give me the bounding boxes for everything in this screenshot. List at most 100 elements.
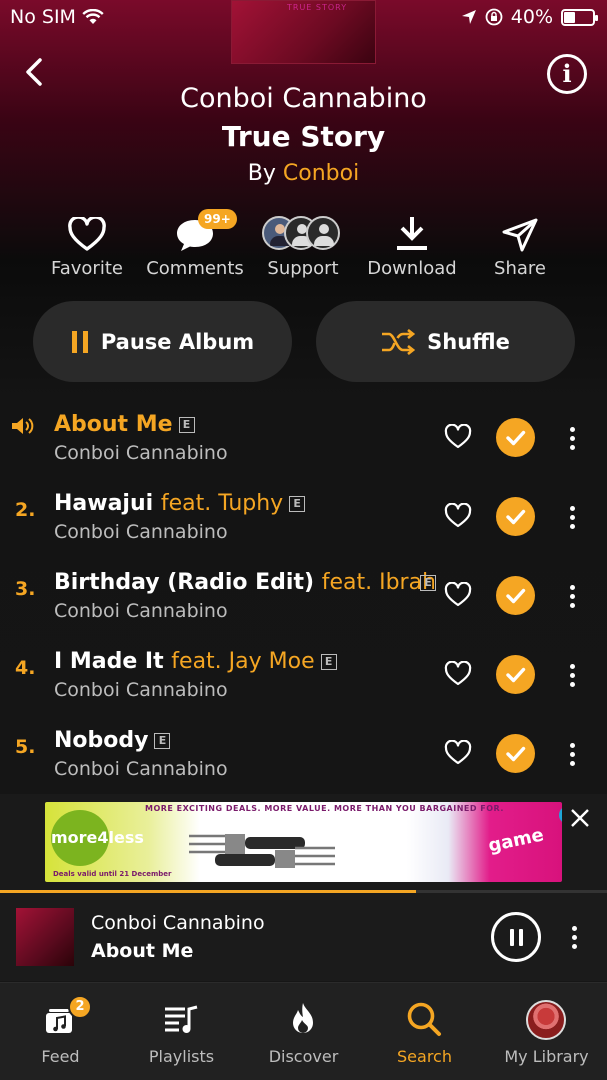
battery-level — [564, 11, 575, 23]
mini-player-title: About Me — [91, 940, 194, 962]
track-row[interactable]: 4. I Made It feat. Jay Moe E Conboi Canna… — [0, 635, 607, 714]
track-featuring[interactable]: feat. Tuphy — [161, 491, 283, 516]
track-number: 4. — [15, 657, 36, 679]
track-title: Nobody E — [54, 728, 171, 753]
share-button[interactable]: Share — [465, 212, 575, 279]
mini-player[interactable]: Conboi Cannabino About Me — [0, 893, 607, 981]
comments-label: Comments — [146, 258, 244, 279]
mini-player-more-button[interactable] — [564, 923, 584, 953]
tab-bar: 2 Feed Playlists Discover Search My Libr… — [0, 982, 607, 1080]
album-byline: By Conboi — [0, 161, 607, 186]
heart-outline-icon[interactable] — [444, 503, 472, 529]
ad-info-icon[interactable]: i — [559, 806, 562, 824]
ad-container: MORE EXCITING DEALS. MORE VALUE. MORE TH… — [0, 794, 607, 890]
support-button[interactable]: Support — [248, 212, 358, 279]
track-row[interactable]: 3. Birthday (Radio Edit) feat. Ibrah N..… — [0, 556, 607, 635]
track-more-button[interactable] — [562, 661, 582, 689]
track-number: 5. — [15, 736, 36, 758]
cover-art-lettering: TRUE STORY — [287, 3, 348, 12]
downloaded-check-button[interactable] — [496, 734, 535, 773]
tab-playlists[interactable]: Playlists — [121, 983, 242, 1080]
ad-banner[interactable]: MORE EXCITING DEALS. MORE VALUE. MORE TH… — [45, 802, 562, 882]
tab-playlists-label: Playlists — [148, 1047, 215, 1066]
check-icon — [506, 430, 526, 446]
album-artist-name[interactable]: Conboi Cannabino — [0, 83, 607, 114]
download-button[interactable]: Download — [357, 212, 467, 279]
location-arrow-icon — [461, 10, 476, 24]
album-screen: No SIM 11:46 AM 40% TRUE STORY — [0, 0, 607, 1080]
downloaded-check-button[interactable] — [496, 655, 535, 694]
battery-icon — [561, 8, 598, 26]
pause-icon — [510, 929, 514, 946]
tab-search-label: Search — [397, 1047, 452, 1066]
downloaded-check-button[interactable] — [496, 497, 535, 536]
explicit-badge: E — [320, 654, 337, 670]
pause-icon — [71, 330, 88, 353]
by-prefix: By — [247, 161, 276, 186]
flame-icon — [293, 1003, 313, 1033]
by-artist-link[interactable]: Conboi — [283, 161, 359, 186]
track-title-text: Nobody — [54, 728, 149, 753]
status-right: 40% — [461, 6, 598, 28]
heart-outline-icon — [68, 215, 106, 251]
battery-percent: 40% — [510, 6, 553, 28]
explicit-badge: E — [154, 733, 171, 749]
pause-album-button[interactable]: Pause Album — [33, 301, 292, 382]
album-title: True Story — [221, 120, 386, 153]
track-more-button[interactable] — [562, 740, 582, 768]
track-row[interactable]: 2. Hawajui feat. Tuphy E Conboi Cannabino — [0, 477, 607, 556]
heart-outline-icon[interactable] — [444, 740, 472, 766]
ad-brand-text: game — [486, 824, 546, 857]
track-number: 2. — [15, 499, 36, 521]
shuffle-icon — [382, 328, 416, 355]
album-cover-thumbnail: TRUE STORY — [231, 0, 376, 64]
playlist-icon — [165, 1005, 198, 1033]
braai-fork-image — [189, 834, 335, 868]
track-more-button[interactable] — [562, 503, 582, 531]
track-title: About Me E — [54, 412, 195, 437]
track-title: I Made It feat. Jay Moe E — [54, 649, 337, 674]
download-label: Download — [367, 258, 457, 279]
share-label: Share — [494, 258, 546, 279]
check-icon — [506, 667, 526, 683]
shuffle-button[interactable]: Shuffle — [316, 301, 575, 382]
track-more-button[interactable] — [562, 424, 582, 452]
track-row[interactable]: 5. Nobody E Conboi Cannabino — [0, 714, 607, 793]
ad-logo: more4less — [51, 810, 144, 866]
tab-feed[interactable]: 2 Feed — [0, 983, 121, 1080]
downloaded-check-button[interactable] — [496, 576, 535, 615]
check-icon — [506, 509, 526, 525]
comments-button[interactable]: 99+ Comments — [140, 209, 250, 279]
track-row[interactable]: About Me E Conboi Cannabino — [0, 398, 607, 477]
mini-player-pause-button[interactable] — [491, 912, 541, 962]
close-ad-icon[interactable] — [568, 806, 592, 830]
profile-avatar — [526, 1000, 566, 1040]
tab-discover-label: Discover — [268, 1047, 339, 1066]
check-icon — [506, 588, 526, 604]
favorite-button[interactable]: Favorite — [32, 212, 142, 279]
album-actions: Favorite 99+ Comments Support Download S… — [0, 209, 607, 282]
track-artist: Conboi Cannabino — [54, 758, 228, 780]
mini-player-artwork — [16, 908, 74, 966]
tab-discover[interactable]: Discover — [243, 983, 364, 1080]
track-featuring[interactable]: feat. Ibrah N... — [322, 570, 434, 595]
mini-player-artist: Conboi Cannabino — [91, 912, 265, 934]
track-featuring[interactable]: feat. Jay Moe — [171, 649, 314, 674]
search-icon — [407, 1002, 441, 1036]
track-title-text: About Me — [54, 412, 173, 437]
supporter-avatars — [252, 216, 342, 252]
tab-my-library[interactable]: My Library — [486, 983, 607, 1080]
pause-album-label: Pause Album — [100, 329, 255, 354]
explicit-badge: E — [420, 575, 436, 591]
now-playing-speaker-icon — [12, 418, 34, 434]
downloaded-check-button[interactable] — [496, 418, 535, 457]
explicit-badge: E — [289, 496, 306, 512]
track-title: Birthday (Radio Edit) feat. Ibrah N... — [54, 570, 434, 595]
heart-outline-icon[interactable] — [444, 582, 472, 608]
heart-outline-icon[interactable] — [444, 661, 472, 687]
share-send-icon — [502, 218, 538, 252]
track-more-button[interactable] — [562, 582, 582, 610]
feed-badge: 2 — [68, 995, 92, 1019]
heart-outline-icon[interactable] — [444, 424, 472, 450]
tab-search[interactable]: Search — [364, 983, 485, 1080]
